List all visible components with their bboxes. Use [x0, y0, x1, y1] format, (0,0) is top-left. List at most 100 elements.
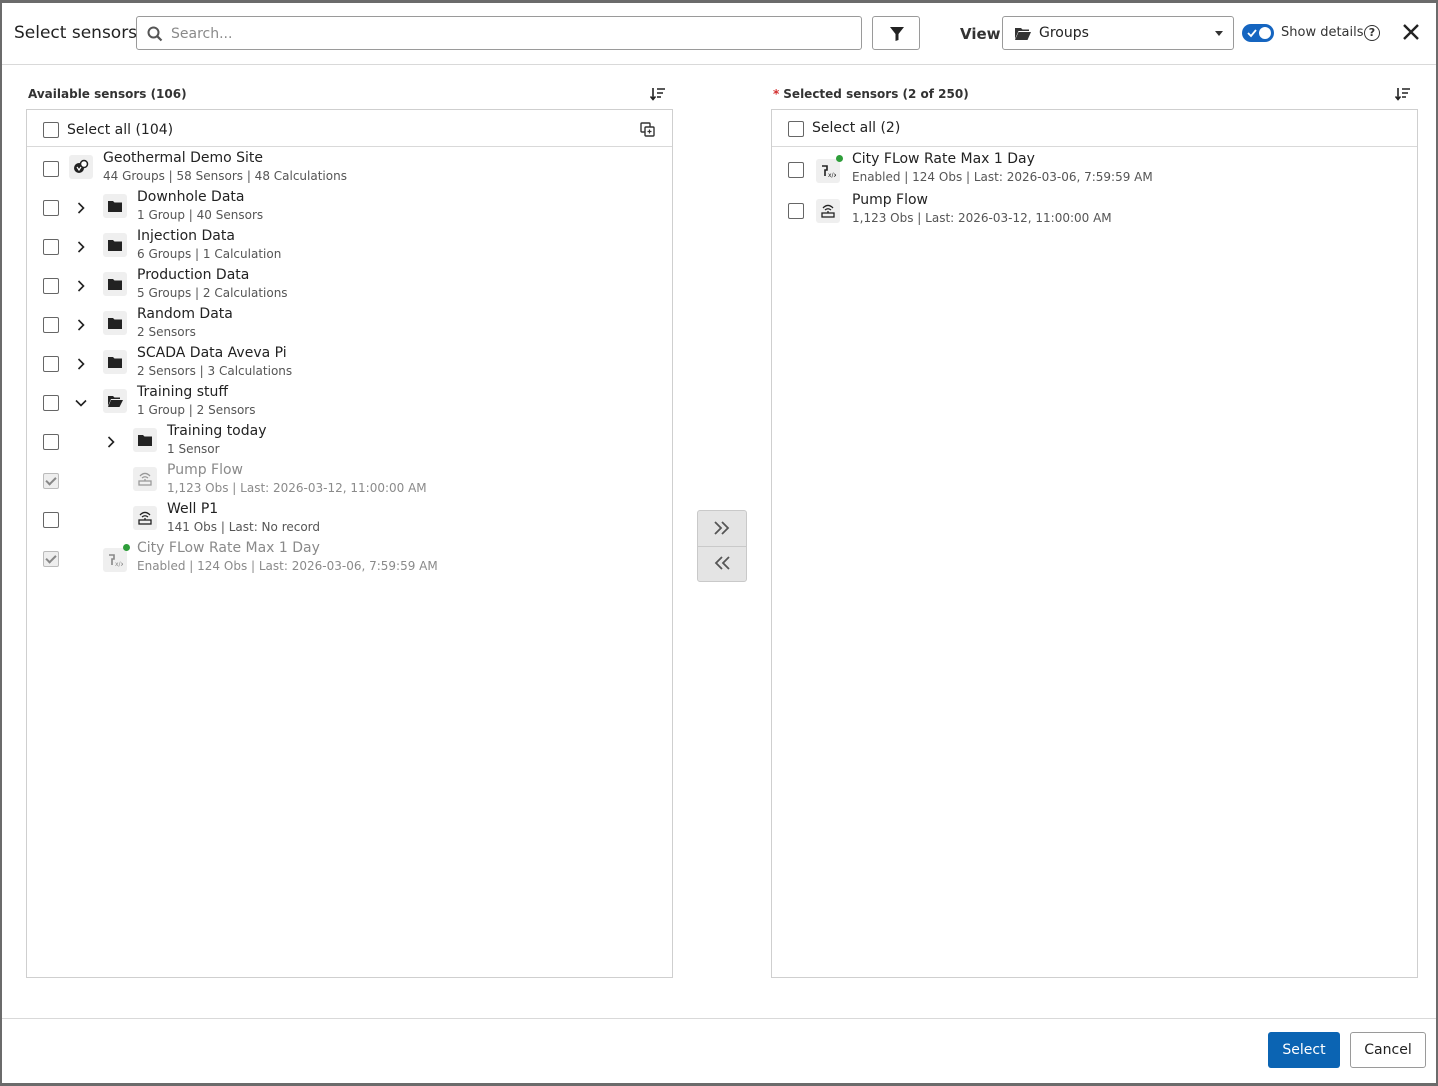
filter-button[interactable] [872, 16, 920, 50]
tree-row-sensor[interactable]: Well P1 141 Obs | Last: No record [27, 499, 672, 538]
folder-open-icon [103, 389, 127, 413]
row-checkbox[interactable] [43, 278, 59, 294]
chevron-down-icon[interactable] [75, 399, 87, 407]
chevron-right-icon[interactable] [77, 202, 85, 214]
row-checkbox[interactable] [788, 203, 804, 219]
row-checkbox[interactable] [43, 512, 59, 528]
row-checkbox[interactable] [43, 356, 59, 372]
row-meta: Enabled | 124 Obs | Last: 2026-03-06, 7:… [852, 170, 1153, 184]
chevron-right-icon[interactable] [77, 241, 85, 253]
row-name: Pump Flow [167, 462, 244, 478]
filter-icon [890, 27, 904, 41]
sort-icon[interactable] [650, 87, 666, 101]
folder-icon [103, 350, 127, 374]
row-name: Downhole Data [137, 189, 245, 205]
row-checkbox[interactable] [43, 161, 59, 177]
show-details-toggle[interactable] [1242, 24, 1274, 42]
row-name: Pump Flow [852, 192, 929, 208]
folder-icon [103, 194, 127, 218]
dialog-header: Select sensors View Groups Show details … [2, 3, 1436, 65]
row-meta: 1 Sensor [167, 442, 220, 456]
help-icon[interactable]: ? [1364, 25, 1380, 41]
required-mark: * [773, 87, 780, 101]
sensor-icon [133, 506, 157, 530]
tree-row-group[interactable]: Downhole Data 1 Group | 40 Sensors [27, 187, 672, 226]
tree-row-group[interactable]: Random Data 2 Sensors [27, 304, 672, 343]
row-name: Training today [167, 423, 267, 439]
row-meta: 2 Sensors | 3 Calculations [137, 364, 293, 378]
row-checkbox[interactable] [43, 434, 59, 450]
sensor-icon [816, 199, 840, 223]
check-icon [1247, 29, 1257, 38]
remove-selected-button[interactable] [698, 546, 746, 581]
chevron-right-icon[interactable] [77, 358, 85, 370]
chevron-right-icon[interactable] [77, 319, 85, 331]
folder-open-icon [1015, 28, 1031, 40]
selected-sensors-label: * Selected sensors (2 of 250) [773, 87, 969, 101]
row-checkbox[interactable] [43, 473, 59, 489]
row-meta: 141 Obs | Last: No record [167, 520, 321, 534]
selected-row-calculation[interactable]: x/x City FLow Rate Max 1 Day Enabled | 1… [772, 149, 1417, 188]
chevron-down-icon [1215, 31, 1223, 36]
row-meta: 2 Sensors [137, 325, 196, 339]
tree-row-sensor[interactable]: Pump Flow 1,123 Obs | Last: 2026-03-12, … [27, 460, 672, 499]
sort-icon[interactable] [1395, 87, 1411, 101]
row-name: Training stuff [137, 384, 228, 400]
selected-panel-header: Select all (2) [772, 110, 1417, 147]
select-all-selected-label: Select all (2) [812, 120, 901, 136]
row-checkbox[interactable] [43, 200, 59, 216]
available-sensors-label: Available sensors (106) [28, 87, 187, 101]
row-checkbox[interactable] [788, 162, 804, 178]
svg-text:x/x: x/x [828, 172, 836, 179]
selected-sensors-panel: Select all (2) x/x City FLow Rate Max 1 … [771, 109, 1418, 978]
select-all-available-checkbox[interactable] [43, 122, 59, 138]
cancel-button[interactable]: Cancel [1350, 1032, 1426, 1068]
view-label: View [960, 25, 1001, 43]
add-selected-button[interactable] [698, 511, 746, 547]
row-name: SCADA Data Aveva Pi [137, 345, 287, 361]
calculation-icon: x/x [816, 159, 840, 183]
double-chevron-left-icon [714, 556, 730, 570]
selected-sensors-label-text: Selected sensors (2 of 250) [783, 87, 969, 101]
calculation-icon: x/x [103, 548, 127, 572]
available-sensors-panel: Select all (104) Geothermal Demo Site 44… [26, 109, 673, 978]
tree-row-group[interactable]: SCADA Data Aveva Pi 2 Sensors | 3 Calcul… [27, 343, 672, 382]
tree-row-group[interactable]: Training today 1 Sensor [27, 421, 672, 460]
folder-icon [103, 272, 127, 296]
row-name: City FLow Rate Max 1 Day [852, 151, 1035, 167]
tree-row-calculation[interactable]: x/x City FLow Rate Max 1 Day Enabled | 1… [27, 538, 672, 577]
search-input[interactable] [169, 22, 853, 46]
site-icon [69, 155, 93, 179]
view-select[interactable]: Groups [1002, 16, 1234, 50]
select-button[interactable]: Select [1268, 1032, 1340, 1068]
row-checkbox[interactable] [43, 395, 59, 411]
row-name: Production Data [137, 267, 250, 283]
dialog-title: Select sensors [14, 23, 138, 43]
tree-row-group-expanded[interactable]: Training stuff 1 Group | 2 Sensors [27, 382, 672, 421]
double-chevron-right-icon [714, 521, 730, 535]
tree-row-group[interactable]: Production Data 5 Groups | 2 Calculation… [27, 265, 672, 304]
row-name: Geothermal Demo Site [103, 150, 263, 166]
sensor-icon [133, 467, 157, 491]
copy-icon[interactable] [640, 122, 656, 138]
row-meta: 1,123 Obs | Last: 2026-03-12, 11:00:00 A… [167, 481, 427, 495]
selected-row-sensor[interactable]: Pump Flow 1,123 Obs | Last: 2026-03-12, … [772, 190, 1417, 229]
search-box[interactable] [136, 16, 862, 50]
row-checkbox[interactable] [43, 551, 59, 567]
folder-icon [103, 311, 127, 335]
status-dot [836, 155, 843, 162]
row-checkbox[interactable] [43, 239, 59, 255]
select-all-selected-checkbox[interactable] [788, 121, 804, 137]
row-name: City FLow Rate Max 1 Day [137, 540, 320, 556]
close-icon[interactable] [1402, 23, 1420, 41]
chevron-right-icon[interactable] [77, 280, 85, 292]
chevron-right-icon[interactable] [107, 436, 115, 448]
row-meta: 1 Group | 40 Sensors [137, 208, 264, 222]
tree-row-group[interactable]: Injection Data 6 Groups | 1 Calculation [27, 226, 672, 265]
tree-row-site[interactable]: Geothermal Demo Site 44 Groups | 58 Sens… [27, 148, 672, 187]
search-icon [147, 26, 163, 42]
toggle-knob [1259, 27, 1271, 39]
row-meta: 44 Groups | 58 Sensors | 48 Calculations [103, 169, 347, 183]
row-meta: 5 Groups | 2 Calculations [137, 286, 288, 300]
row-checkbox[interactable] [43, 317, 59, 333]
